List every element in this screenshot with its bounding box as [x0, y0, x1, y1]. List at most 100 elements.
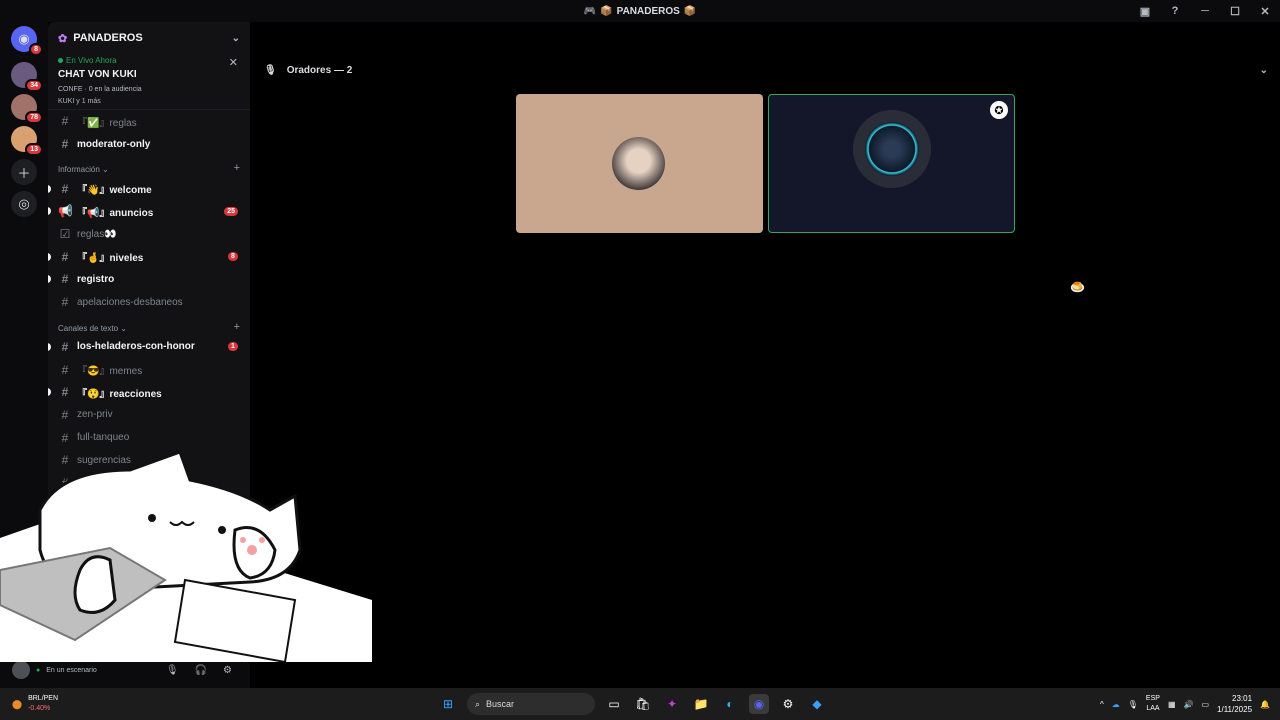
channel-item[interactable]: # 『😲』reacciones — [48, 381, 250, 404]
channel-item[interactable]: # 『🤞』niveles 8 — [48, 245, 250, 268]
volume-icon[interactable]: 🔊 — [1184, 700, 1194, 709]
channel-item[interactable]: ☑ reglas👀 — [48, 223, 250, 246]
channel-item[interactable]: # 『😎』memes — [48, 358, 250, 381]
speakers-header: 🎙 Oradores — 2 ⌄ — [250, 60, 1280, 80]
speaker-tile-active[interactable]: ✪ — [768, 94, 1015, 233]
hash-icon: # — [61, 181, 69, 196]
bongo-cat-overlay — [0, 450, 372, 662]
stage-area: 🎙 Oradores — 2 ⌄ ✪ — [250, 22, 1280, 688]
guild-name: PANADEROS — [73, 32, 143, 44]
direct-messages-button[interactable]: ◉ 8 — [11, 26, 43, 56]
cat-eye — [218, 526, 226, 534]
date: 1/11/2025 — [1217, 705, 1253, 714]
chevron-down-icon[interactable]: ⌄ — [232, 33, 240, 44]
network-icon[interactable]: ▦ — [1168, 700, 1176, 709]
channel-label: 『🤞』niveles — [77, 253, 144, 265]
channel-label: registro — [77, 273, 115, 285]
mention-count: 8 — [228, 252, 238, 262]
stock-widget[interactable]: ⬤ BRL/PEN -0.40% — [12, 694, 58, 714]
unread-indicator — [48, 207, 51, 216]
box-icon: 📦 — [600, 5, 613, 17]
avatar[interactable] — [12, 661, 30, 679]
title-bar: 🎮 📦 PANADEROS 📦 ▣ ? ─ ☐ ✕ — [0, 0, 1280, 22]
search-placeholder: Buscar — [486, 699, 515, 709]
add-server-button[interactable]: ＋ — [11, 159, 37, 185]
discord-taskbar-icon[interactable]: ◉ — [749, 694, 769, 714]
help-icon[interactable]: ? — [1160, 5, 1190, 17]
channel-item[interactable]: # 『👋』welcome — [48, 177, 250, 200]
speakers-title: Oradores — 2 — [286, 64, 353, 76]
guild-boost-icon: ✿ — [58, 32, 68, 45]
close-window-button[interactable]: ✕ — [1250, 5, 1280, 18]
onedrive-icon[interactable]: ☁ — [1112, 700, 1120, 709]
battery-icon[interactable]: ▭ — [1201, 700, 1209, 709]
notification-icon[interactable]: 🔔 — [1260, 700, 1270, 709]
hash-icon: # — [61, 407, 69, 422]
channel-item[interactable]: # zen-priv — [48, 404, 250, 427]
channel-item[interactable]: # moderator-only — [48, 133, 250, 156]
task-view-icon[interactable]: ▭ — [604, 694, 624, 714]
speaker-tile[interactable] — [516, 94, 763, 233]
server-icon-1[interactable]: 34 — [11, 62, 43, 92]
channel-item[interactable]: # 『✅』reglas — [48, 110, 250, 133]
channel-item[interactable]: # los-heladeros-con-honor 1 — [48, 336, 250, 359]
cat-paw-pad — [247, 545, 257, 555]
microphone-icon[interactable]: 🎙 — [166, 665, 179, 676]
clock[interactable]: 23:01 1/11/2025 — [1217, 693, 1252, 715]
unread-indicator — [48, 275, 51, 284]
unread-indicator — [48, 342, 51, 351]
gear-icon[interactable]: ⚙ — [223, 665, 232, 676]
channel-item[interactable]: # full-tanqueo — [48, 426, 250, 449]
guild-header[interactable]: ✿ PANADEROS ⌄ — [48, 22, 250, 54]
hash-icon: # — [61, 339, 69, 354]
language-indicator[interactable]: ESP LAA — [1146, 694, 1160, 714]
inbox-icon[interactable]: ▣ — [1130, 5, 1160, 18]
live-stage-speakers: KUKI y 1 más — [58, 98, 101, 105]
channel-item[interactable]: # registro — [48, 268, 250, 291]
hash-icon: # — [61, 362, 69, 377]
mention-badge: 13 — [25, 143, 43, 156]
category-informacion[interactable]: Información ⌄ + — [48, 155, 250, 177]
channel-label: zen-priv — [77, 409, 113, 421]
copilot-icon[interactable]: ✦ — [662, 694, 682, 714]
avatar — [612, 137, 665, 190]
hash-icon: # — [61, 430, 69, 445]
plus-icon[interactable]: + — [234, 162, 240, 174]
headphones-icon[interactable]: 🎧 — [195, 665, 207, 676]
live-stage-banner[interactable]: En Vivo Ahora CHAT VON KUKI CONFE · 0 en… — [48, 54, 250, 109]
discord-logo-icon: 🎮 — [583, 5, 597, 17]
plus-icon: ＋ — [17, 165, 31, 181]
discover-button[interactable]: ◎ — [11, 191, 37, 217]
file-explorer-icon[interactable]: 📁 — [691, 694, 711, 714]
hash-icon: # — [61, 249, 69, 264]
channel-item[interactable]: 📢 『📢』anuncios 25 — [48, 200, 250, 223]
microphone-icon[interactable]: 🎙 — [1128, 700, 1138, 709]
server-icon-3[interactable]: 13 — [11, 126, 43, 156]
megaphone-icon: 📢 — [58, 204, 73, 219]
search-input[interactable]: ⌕ Buscar — [467, 693, 595, 715]
channel-label: moderator-only — [77, 138, 151, 150]
minimize-button[interactable]: ─ — [1190, 5, 1220, 17]
maximize-button[interactable]: ☐ — [1220, 5, 1250, 18]
mention-badge: 34 — [25, 79, 43, 92]
close-icon[interactable]: ✕ — [229, 56, 238, 69]
store-icon[interactable]: 🛍 — [633, 694, 653, 714]
steam-icon[interactable]: ⚙ — [778, 694, 798, 714]
start-button[interactable]: ⊞ — [438, 694, 458, 714]
taskbar: ⬤ BRL/PEN -0.40% ⊞ ⌕ Buscar ▭ 🛍 ✦ 📁 ◐ ◉ … — [0, 688, 1280, 720]
edge-icon[interactable]: ◐ — [720, 694, 740, 714]
checkbox-icon: ☑ — [59, 227, 71, 242]
mention-count: 1 — [228, 342, 238, 352]
chevron-up-icon[interactable]: ^ — [1100, 700, 1104, 709]
server-icon-2[interactable]: 78 — [11, 94, 43, 124]
channel-label: full-tanqueo — [77, 432, 130, 444]
channel-label: apelaciones-desbaneos — [77, 296, 183, 308]
mention-badge: 78 — [25, 111, 43, 124]
unread-indicator — [48, 184, 51, 193]
channel-item[interactable]: # apelaciones-desbaneos — [48, 291, 250, 314]
chevron-down-icon[interactable]: ⌄ — [1260, 65, 1268, 76]
plus-icon[interactable]: + — [234, 321, 240, 333]
stock-name: BRL/PEN — [28, 695, 59, 702]
app-icon[interactable]: ◆ — [807, 694, 827, 714]
category-canales-de-texto[interactable]: Canales de texto ⌄ + — [48, 314, 250, 336]
